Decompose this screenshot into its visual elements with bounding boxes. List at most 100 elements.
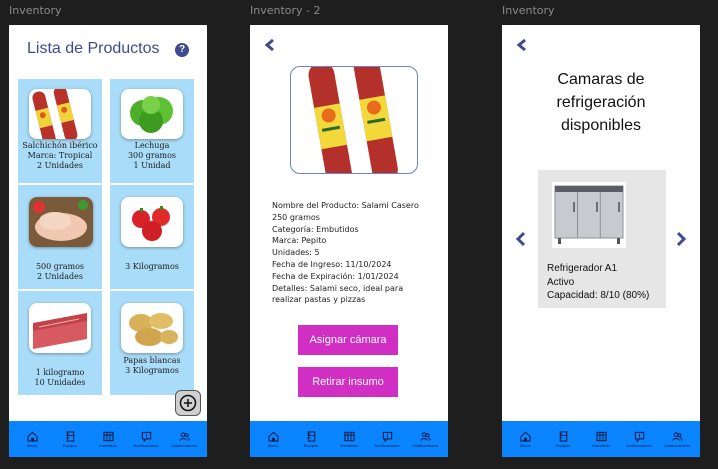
- home-icon: [26, 431, 38, 442]
- home-icon: [519, 431, 531, 442]
- assign-camera-button[interactable]: Asignar cámara: [298, 325, 398, 355]
- nav-item-inventory[interactable]: Inventario: [583, 431, 619, 448]
- title-line: Camaras de: [557, 71, 645, 88]
- nav-label: Notificaciones: [626, 442, 652, 448]
- chevron-left-icon[interactable]: [514, 231, 528, 247]
- product-quantity: 3 Kilogramos: [125, 366, 179, 375]
- product-detail: 1 kilogramo: [35, 368, 85, 377]
- fridge-status: Activo: [547, 276, 575, 288]
- plus-circle-icon: [179, 394, 197, 412]
- nav-item-menu[interactable]: Menú: [255, 431, 291, 448]
- frame-label: Inventory: [502, 4, 555, 17]
- lettuce-image: [121, 89, 183, 139]
- bottom-nav: Menú Equipos Inventario Notificaciones C…: [9, 421, 207, 457]
- nav-item-menu[interactable]: Menú: [14, 431, 50, 448]
- help-icon[interactable]: ?: [175, 43, 189, 57]
- detail-description-cont: realizar pastas y pizzas: [272, 295, 366, 305]
- product-quantity: 10 Unidades: [34, 378, 86, 387]
- table-icon: [595, 431, 607, 441]
- detail-expiry-date: Fecha de Expiración: 1/01/2024: [272, 271, 399, 281]
- table-icon: [343, 431, 355, 441]
- product-card-potatoes[interactable]: Papas blancas 3 Kilogramos: [110, 291, 194, 395]
- detail-category: Categoría: Embutidos: [272, 224, 359, 234]
- nav-label: Colaboradores: [170, 442, 198, 448]
- chevron-left-icon[interactable]: [262, 37, 278, 53]
- product-card-beef[interactable]: 1 kilogramo 10 Unidades: [18, 291, 102, 395]
- alert-icon: [141, 431, 151, 442]
- detail-name: Nombre del Producto: Salami Casero: [272, 201, 419, 210]
- alert-icon: [382, 431, 392, 442]
- withdraw-item-button[interactable]: Retirar insumo: [298, 367, 398, 397]
- nav-label: Menú: [267, 442, 278, 448]
- frame-label: Inventory - 2: [250, 4, 321, 17]
- nav-label: Equipos: [303, 442, 319, 448]
- fridge-icon: [307, 430, 315, 442]
- title-line: refrigeración: [556, 94, 646, 111]
- nav-label: Equipos: [62, 442, 78, 448]
- nav-label: Inventario: [99, 442, 117, 448]
- users-icon: [178, 431, 190, 441]
- bottom-nav: Menú Equipos Inventario Notificaciones C…: [250, 421, 448, 457]
- nav-item-collaborators[interactable]: Colaboradores: [407, 431, 443, 448]
- fridge-image: [552, 182, 626, 248]
- product-name: Salchichón ibérico: [22, 141, 98, 150]
- product-name: Lechuga: [134, 141, 170, 150]
- nav-label: Notificaciones: [374, 442, 400, 448]
- nav-item-notifications[interactable]: Notificaciones: [621, 431, 657, 448]
- add-product-button[interactable]: [175, 390, 201, 416]
- nav-label: Menú: [26, 442, 37, 448]
- nav-item-equipment[interactable]: Equipos: [293, 430, 329, 448]
- nav-item-collaborators[interactable]: Colaboradores: [166, 431, 202, 448]
- nav-item-inventory[interactable]: Inventario: [90, 431, 126, 448]
- nav-label: Menú: [519, 442, 530, 448]
- detail-units: Unidades: 5: [272, 248, 320, 258]
- product-quantity: 2 Unidades: [37, 161, 83, 170]
- nav-item-equipment[interactable]: Equipos: [545, 430, 581, 448]
- title-line: disponibles: [560, 117, 642, 134]
- fridge-capacity: Capacidad: 8/10 (80%): [547, 290, 650, 302]
- product-photo: [290, 66, 418, 174]
- alert-icon: [634, 431, 644, 442]
- product-card-chicken[interactable]: 500 gramos 2 Unidades: [18, 185, 102, 289]
- beef-image: [29, 303, 91, 353]
- tomatoes-image: [121, 197, 183, 247]
- salami-image: [29, 89, 91, 139]
- users-icon: [671, 431, 683, 441]
- bottom-nav: Menú Equipos Inventario Notificaciones C…: [502, 421, 700, 457]
- chevron-left-icon[interactable]: [514, 37, 530, 53]
- product-details: Nombre del Producto: Salami Casero 250 g…: [272, 200, 419, 306]
- fridge-icon: [559, 430, 567, 442]
- product-quantity: 1 Unidad: [133, 161, 171, 170]
- chicken-image: [29, 197, 93, 247]
- cameras-screen: Camaras de refrigeración disponibles Ref…: [502, 25, 700, 457]
- nav-item-equipment[interactable]: Equipos: [52, 430, 88, 448]
- fridge-icon: [66, 430, 74, 442]
- potatoes-image: [121, 303, 183, 353]
- page-title: Lista de Productos: [27, 40, 160, 57]
- nav-label: Notificaciones: [133, 442, 159, 448]
- product-card-tomatoes[interactable]: 3 Kilogramos: [110, 185, 194, 289]
- table-icon: [102, 431, 114, 441]
- fridge-info: Refrigerador A1 Activo Capacidad: 8/10 (…: [547, 262, 649, 303]
- nav-item-menu[interactable]: Menú: [507, 431, 543, 448]
- nav-label: Inventario: [340, 442, 358, 448]
- users-icon: [419, 431, 431, 441]
- chevron-right-icon[interactable]: [674, 231, 688, 247]
- detail-weight: 250 gramos: [272, 212, 320, 222]
- product-name: Papas blancas: [123, 356, 181, 365]
- product-detail: 500 gramos: [35, 262, 85, 271]
- nav-item-notifications[interactable]: Notificaciones: [128, 431, 164, 448]
- nav-item-inventory[interactable]: Inventario: [331, 431, 367, 448]
- product-detail: Marca: Tropical: [27, 151, 93, 160]
- product-card-lettuce[interactable]: Lechuga 300 gramos 1 Unidad: [110, 79, 194, 183]
- frame-label: Inventory: [9, 4, 62, 17]
- product-card-salami[interactable]: Salchichón ibérico Marca: Tropical 2 Uni…: [18, 79, 102, 183]
- detail-description: Detalles: Salami seco, ideal para: [272, 283, 404, 293]
- nav-item-notifications[interactable]: Notificaciones: [369, 431, 405, 448]
- nav-label: Colaboradores: [411, 442, 439, 448]
- fridge-card[interactable]: Refrigerador A1 Activo Capacidad: 8/10 (…: [538, 170, 666, 308]
- nav-item-collaborators[interactable]: Colaboradores: [659, 431, 695, 448]
- nav-label: Equipos: [555, 442, 571, 448]
- detail-brand: Marca: Pepito: [272, 236, 327, 246]
- product-quantity: 2 Unidades: [37, 272, 83, 281]
